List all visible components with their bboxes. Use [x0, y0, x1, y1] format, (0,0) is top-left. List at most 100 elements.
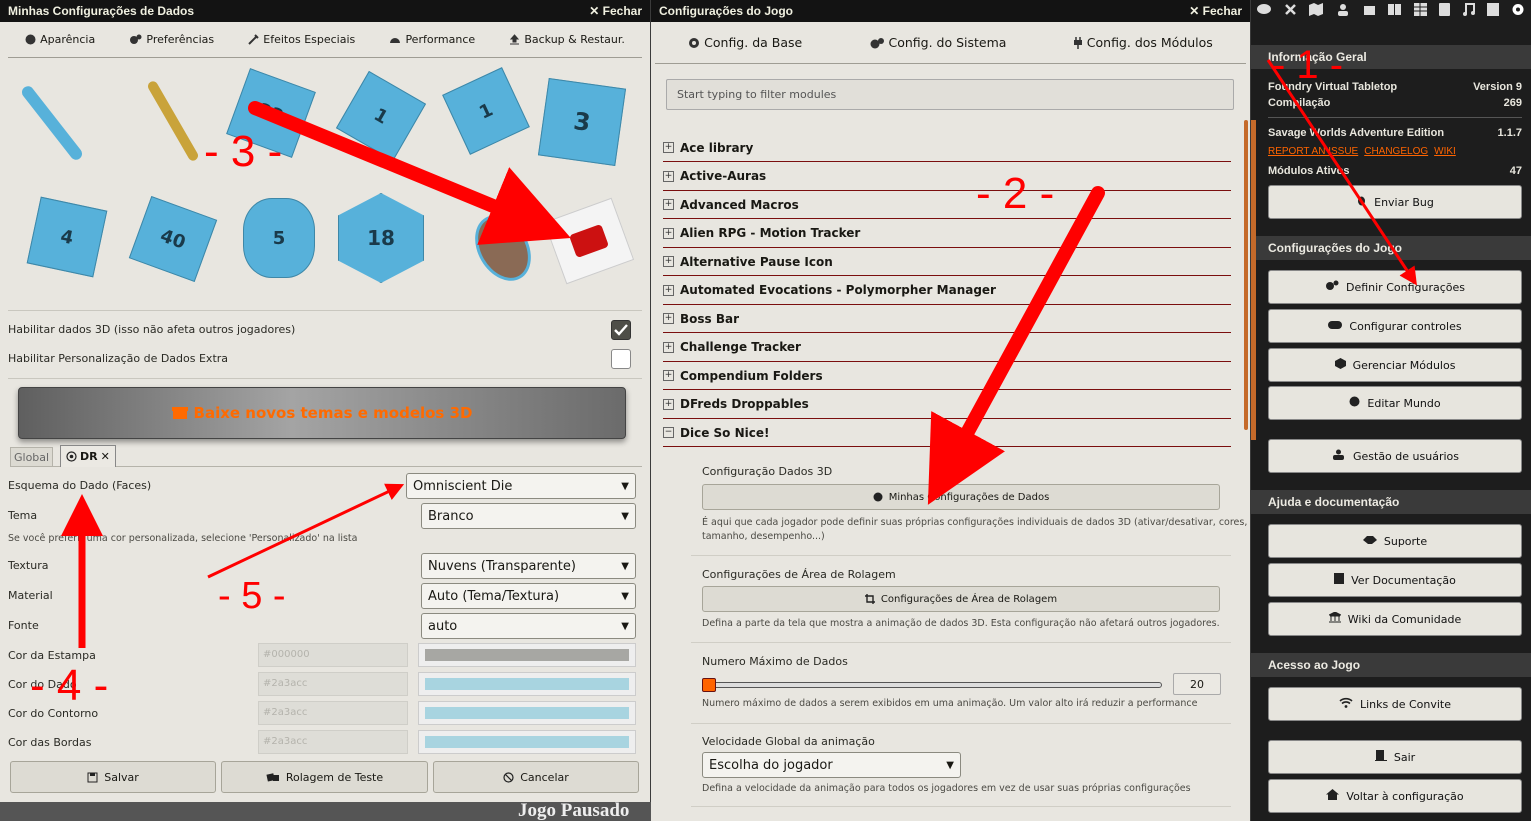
home-icon	[1326, 789, 1340, 803]
expand-icon[interactable]: +	[663, 199, 674, 210]
expand-icon[interactable]: +	[663, 313, 674, 324]
outline-color-input[interactable]: #2a3acc	[258, 701, 408, 725]
compendium-icon[interactable]	[1486, 3, 1499, 19]
tab-appearance[interactable]: Aparência	[25, 33, 95, 46]
die-d20: 18	[338, 193, 424, 283]
module-row[interactable]: + Challenge Tracker	[663, 334, 1231, 362]
ban-icon	[503, 771, 514, 783]
module-row[interactable]: + Boss Bar	[663, 305, 1231, 333]
tab-special-effects[interactable]: Efeitos Especiais	[248, 33, 355, 46]
close-button[interactable]: ✕ Fechar	[589, 4, 642, 18]
music-icon[interactable]	[1462, 3, 1475, 19]
module-row[interactable]: − Dice So Nice!	[663, 419, 1231, 447]
module-row[interactable]: + DFreds Droppables	[663, 391, 1231, 419]
module-row[interactable]: + Alternative Pause Icon	[663, 248, 1231, 276]
enable-3d-checkbox[interactable]	[611, 320, 631, 340]
module-row[interactable]: + Compendium Folders	[663, 362, 1231, 390]
expand-icon[interactable]: +	[663, 170, 674, 182]
items-icon[interactable]	[1363, 3, 1376, 19]
expand-icon[interactable]: +	[663, 142, 674, 153]
test-roll-button[interactable]: Rolagem de Teste	[221, 761, 428, 793]
theme-select[interactable]: Branco ▼	[421, 503, 636, 529]
material-select[interactable]: Auto (Tema/Textura) ▼	[421, 583, 636, 609]
view-docs-button[interactable]: Ver Documentação	[1268, 563, 1522, 597]
label-color-input[interactable]: #000000	[258, 643, 408, 667]
close-subtab-icon[interactable]: ✕	[101, 450, 110, 463]
my-dice-settings-button[interactable]: Minhas Configurações de Dados	[702, 484, 1220, 510]
invite-links-button[interactable]: Links de Convite	[1268, 687, 1522, 721]
tab-preferences[interactable]: Preferências	[129, 33, 214, 46]
roll-area-button[interactable]: Configurações de Área de Rolagem	[702, 586, 1220, 612]
wiki-link[interactable]: WIKI	[1434, 146, 1456, 157]
slider-thumb[interactable]	[702, 678, 716, 692]
journal-icon[interactable]	[1388, 3, 1402, 19]
combat-icon[interactable]	[1284, 3, 1297, 19]
tab-performance[interactable]: Performance	[389, 33, 475, 46]
texture-select[interactable]: Nuvens (Transparente) ▼	[421, 553, 636, 579]
expand-icon[interactable]: +	[663, 256, 674, 267]
expand-icon[interactable]: +	[663, 227, 674, 239]
users-icon[interactable]	[1335, 3, 1351, 19]
send-bug-button[interactable]: Enviar Bug	[1268, 185, 1522, 219]
report-issue-link[interactable]: REPORT AN ISSUE	[1268, 146, 1358, 157]
max-dice-slider[interactable]	[702, 678, 1162, 692]
outline-color-swatch[interactable]	[418, 701, 636, 725]
tab-core-settings[interactable]: Config. da Base	[688, 35, 802, 50]
dice-color-swatch[interactable]	[418, 672, 636, 696]
dice-color-input[interactable]: #2a3acc	[258, 672, 408, 696]
changelog-link[interactable]: CHANGELOG	[1364, 146, 1428, 157]
cards-icon[interactable]	[1438, 3, 1450, 19]
close-button[interactable]: ✕ Fechar	[1189, 4, 1242, 18]
tab-system-settings[interactable]: Config. do Sistema	[869, 35, 1006, 50]
coin-blue	[19, 83, 85, 163]
map-icon[interactable]	[1309, 3, 1324, 19]
save-button[interactable]: Salvar	[10, 761, 216, 793]
chat-icon[interactable]	[1257, 3, 1272, 19]
tab-backup[interactable]: Backup & Restaur.	[509, 33, 625, 46]
subtab-global[interactable]: Global	[10, 447, 54, 467]
configure-controls-button[interactable]: Configurar controles	[1268, 309, 1522, 343]
edit-world-button[interactable]: Editar Mundo	[1268, 386, 1522, 420]
community-wiki-button[interactable]: Wiki da Comunidade	[1268, 602, 1522, 636]
cancel-button[interactable]: Cancelar	[433, 761, 639, 793]
max-dice-value[interactable]: 20	[1173, 673, 1221, 695]
configure-settings-button[interactable]: Definir Configurações	[1268, 270, 1522, 304]
tab-module-settings[interactable]: Config. dos Módulos	[1073, 35, 1213, 50]
dice-settings-window: Minhas Configurações de Dados ✕ Fechar A…	[0, 0, 650, 802]
config-tabs: Config. da Base Config. do Sistema Confi…	[655, 22, 1246, 64]
module-filter-input[interactable]: Start typing to filter modules	[666, 79, 1234, 110]
edge-color-swatch[interactable]	[418, 730, 636, 754]
settings-icon[interactable]	[1511, 3, 1525, 19]
cogs-icon	[1325, 280, 1339, 294]
expand-icon[interactable]: +	[663, 370, 674, 381]
label-color-swatch[interactable]	[418, 643, 636, 667]
download-themes-banner[interactable]: Baixe novos temas e modelos 3D	[18, 387, 626, 439]
subtab-dr[interactable]: DR ✕	[60, 445, 116, 467]
module-row[interactable]: + Ace library	[663, 134, 1231, 162]
expand-icon[interactable]: +	[663, 398, 674, 410]
expand-icon[interactable]: +	[663, 284, 674, 296]
collapse-icon[interactable]: −	[663, 427, 674, 438]
table-icon[interactable]	[1413, 3, 1427, 19]
coin-dark	[463, 205, 543, 291]
scheme-select[interactable]: Omniscient Die ▼	[406, 473, 636, 499]
dsn-3d-hint-2: tamanho, desempenho...)	[702, 531, 825, 542]
module-row[interactable]: + Automated Evocations - Polymorpher Mana…	[663, 277, 1231, 305]
logout-button[interactable]: Sair	[1268, 740, 1522, 774]
book-icon	[1334, 573, 1345, 587]
module-row[interactable]: + Alien RPG - Motion Tracker	[663, 220, 1231, 248]
enable-extra-checkbox[interactable]	[611, 349, 631, 369]
expand-icon[interactable]: +	[663, 341, 674, 353]
anim-speed-select[interactable]: Escolha do jogador ▼	[702, 752, 961, 778]
user-management-button[interactable]: Gestão de usuários	[1268, 439, 1522, 473]
edge-color-input[interactable]: #2a3acc	[258, 730, 408, 754]
module-row[interactable]: + Active-Auras	[663, 163, 1231, 191]
palette-icon	[25, 34, 36, 45]
support-button[interactable]: Suporte	[1268, 524, 1522, 558]
font-select[interactable]: auto ▼	[421, 613, 636, 639]
manage-modules-button[interactable]: Gerenciar Módulos	[1268, 348, 1522, 382]
paused-banner: Jogo Pausado	[0, 802, 651, 821]
scrollbar[interactable]	[1244, 120, 1248, 430]
return-setup-button[interactable]: Voltar à configuração	[1268, 779, 1522, 813]
module-row[interactable]: + Advanced Macros	[663, 191, 1231, 219]
